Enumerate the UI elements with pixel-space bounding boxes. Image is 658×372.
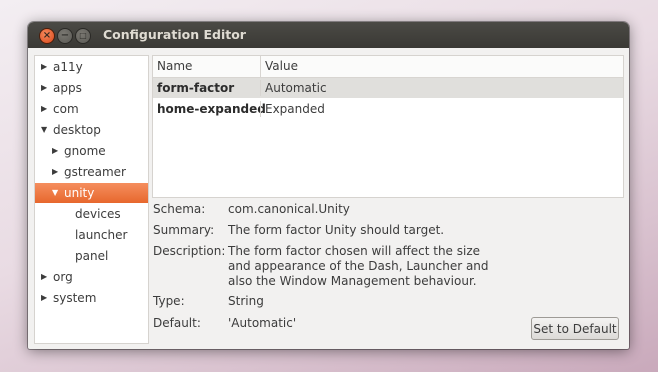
config-editor-window: × − □ Configuration Editor ▶ a11y ▶ apps ▶ co… — [28, 22, 629, 349]
keys-table: Name Value form-factor Automatic home-ex… — [152, 55, 624, 198]
key-value: Expanded — [265, 102, 325, 116]
tree-item[interactable]: ▶ gnome — [35, 141, 148, 161]
column-header-name[interactable]: Name — [157, 59, 192, 73]
default-value: 'Automatic' — [228, 316, 297, 330]
tree-item-label: org — [53, 270, 73, 284]
tree-item-label: com — [53, 102, 79, 116]
titlebar: × − □ Configuration Editor — [28, 22, 629, 48]
table-row[interactable]: home-expanded Expanded — [153, 99, 623, 119]
default-label: Default: — [153, 316, 201, 330]
tree-item-label: a11y — [53, 60, 83, 74]
tree-item-label: devices — [75, 207, 121, 221]
tree-item[interactable]: ▶ org — [35, 267, 148, 287]
schema-label: Schema: — [153, 202, 206, 216]
column-header-value[interactable]: Value — [265, 59, 298, 73]
tree-item-label: desktop — [53, 123, 101, 137]
minimize-icon[interactable]: − — [57, 28, 73, 44]
tree-item-label: launcher — [75, 228, 128, 242]
table-header: Name Value — [153, 56, 623, 78]
description-line: The form factor chosen will affect the s… — [228, 244, 481, 258]
expander-closed-icon[interactable]: ▶ — [52, 141, 62, 161]
summary-value: The form factor Unity should target. — [228, 223, 445, 237]
tree-item[interactable]: ▶ gstreamer — [35, 162, 148, 182]
tree-item-label: unity — [64, 186, 95, 200]
row-divider — [260, 101, 261, 117]
key-value: Automatic — [265, 81, 327, 95]
type-label: Type: — [153, 294, 185, 308]
schema-tree[interactable]: ▶ a11y ▶ apps ▶ com ▼ desktop ▶ gnome ▶ gstreamer ▼ u… — [34, 55, 149, 344]
maximize-icon[interactable]: □ — [75, 28, 91, 44]
expander-closed-icon[interactable]: ▶ — [41, 288, 51, 308]
tree-item-label: panel — [75, 249, 109, 263]
expander-closed-icon[interactable]: ▶ — [41, 78, 51, 98]
key-name: home-expanded — [157, 102, 266, 116]
expander-closed-icon[interactable]: ▶ — [52, 162, 62, 182]
description-line: and appearance of the Dash, Launcher and — [228, 259, 489, 273]
tree-item[interactable]: ▶ apps — [35, 78, 148, 98]
tree-item[interactable]: ▼ unity — [35, 183, 148, 203]
expander-closed-icon[interactable]: ▶ — [41, 57, 51, 77]
close-icon[interactable]: × — [39, 28, 55, 44]
tree-item-label: apps — [53, 81, 82, 95]
key-name: form-factor — [157, 81, 235, 95]
expander-closed-icon[interactable]: ▶ — [41, 267, 51, 287]
tree-item[interactable]: launcher — [35, 225, 148, 245]
tree-item[interactable]: ▶ a11y — [35, 57, 148, 77]
window-title: Configuration Editor — [103, 27, 246, 42]
tree-item-label: system — [53, 291, 97, 305]
type-value: String — [228, 294, 264, 308]
tree-item[interactable]: ▼ desktop — [35, 120, 148, 140]
expander-open-icon[interactable]: ▼ — [41, 120, 51, 140]
tree-item[interactable]: ▶ system — [35, 288, 148, 308]
tree-item-label: gstreamer — [64, 165, 126, 179]
summary-label: Summary: — [153, 223, 215, 237]
tree-item[interactable]: panel — [35, 246, 148, 266]
expander-open-icon[interactable]: ▼ — [52, 183, 62, 203]
description-label: Description: — [153, 244, 226, 258]
description-line: also the Window Management behaviour. — [228, 274, 477, 288]
table-row[interactable]: form-factor Automatic — [153, 78, 623, 98]
column-divider[interactable] — [260, 56, 261, 77]
tree-item[interactable]: ▶ com — [35, 99, 148, 119]
schema-value: com.canonical.Unity — [228, 202, 350, 216]
tree-item[interactable]: devices — [35, 204, 148, 224]
tree-item-label: gnome — [64, 144, 106, 158]
row-divider — [260, 80, 261, 96]
set-to-default-button[interactable]: Set to Default — [531, 317, 619, 340]
expander-closed-icon[interactable]: ▶ — [41, 99, 51, 119]
